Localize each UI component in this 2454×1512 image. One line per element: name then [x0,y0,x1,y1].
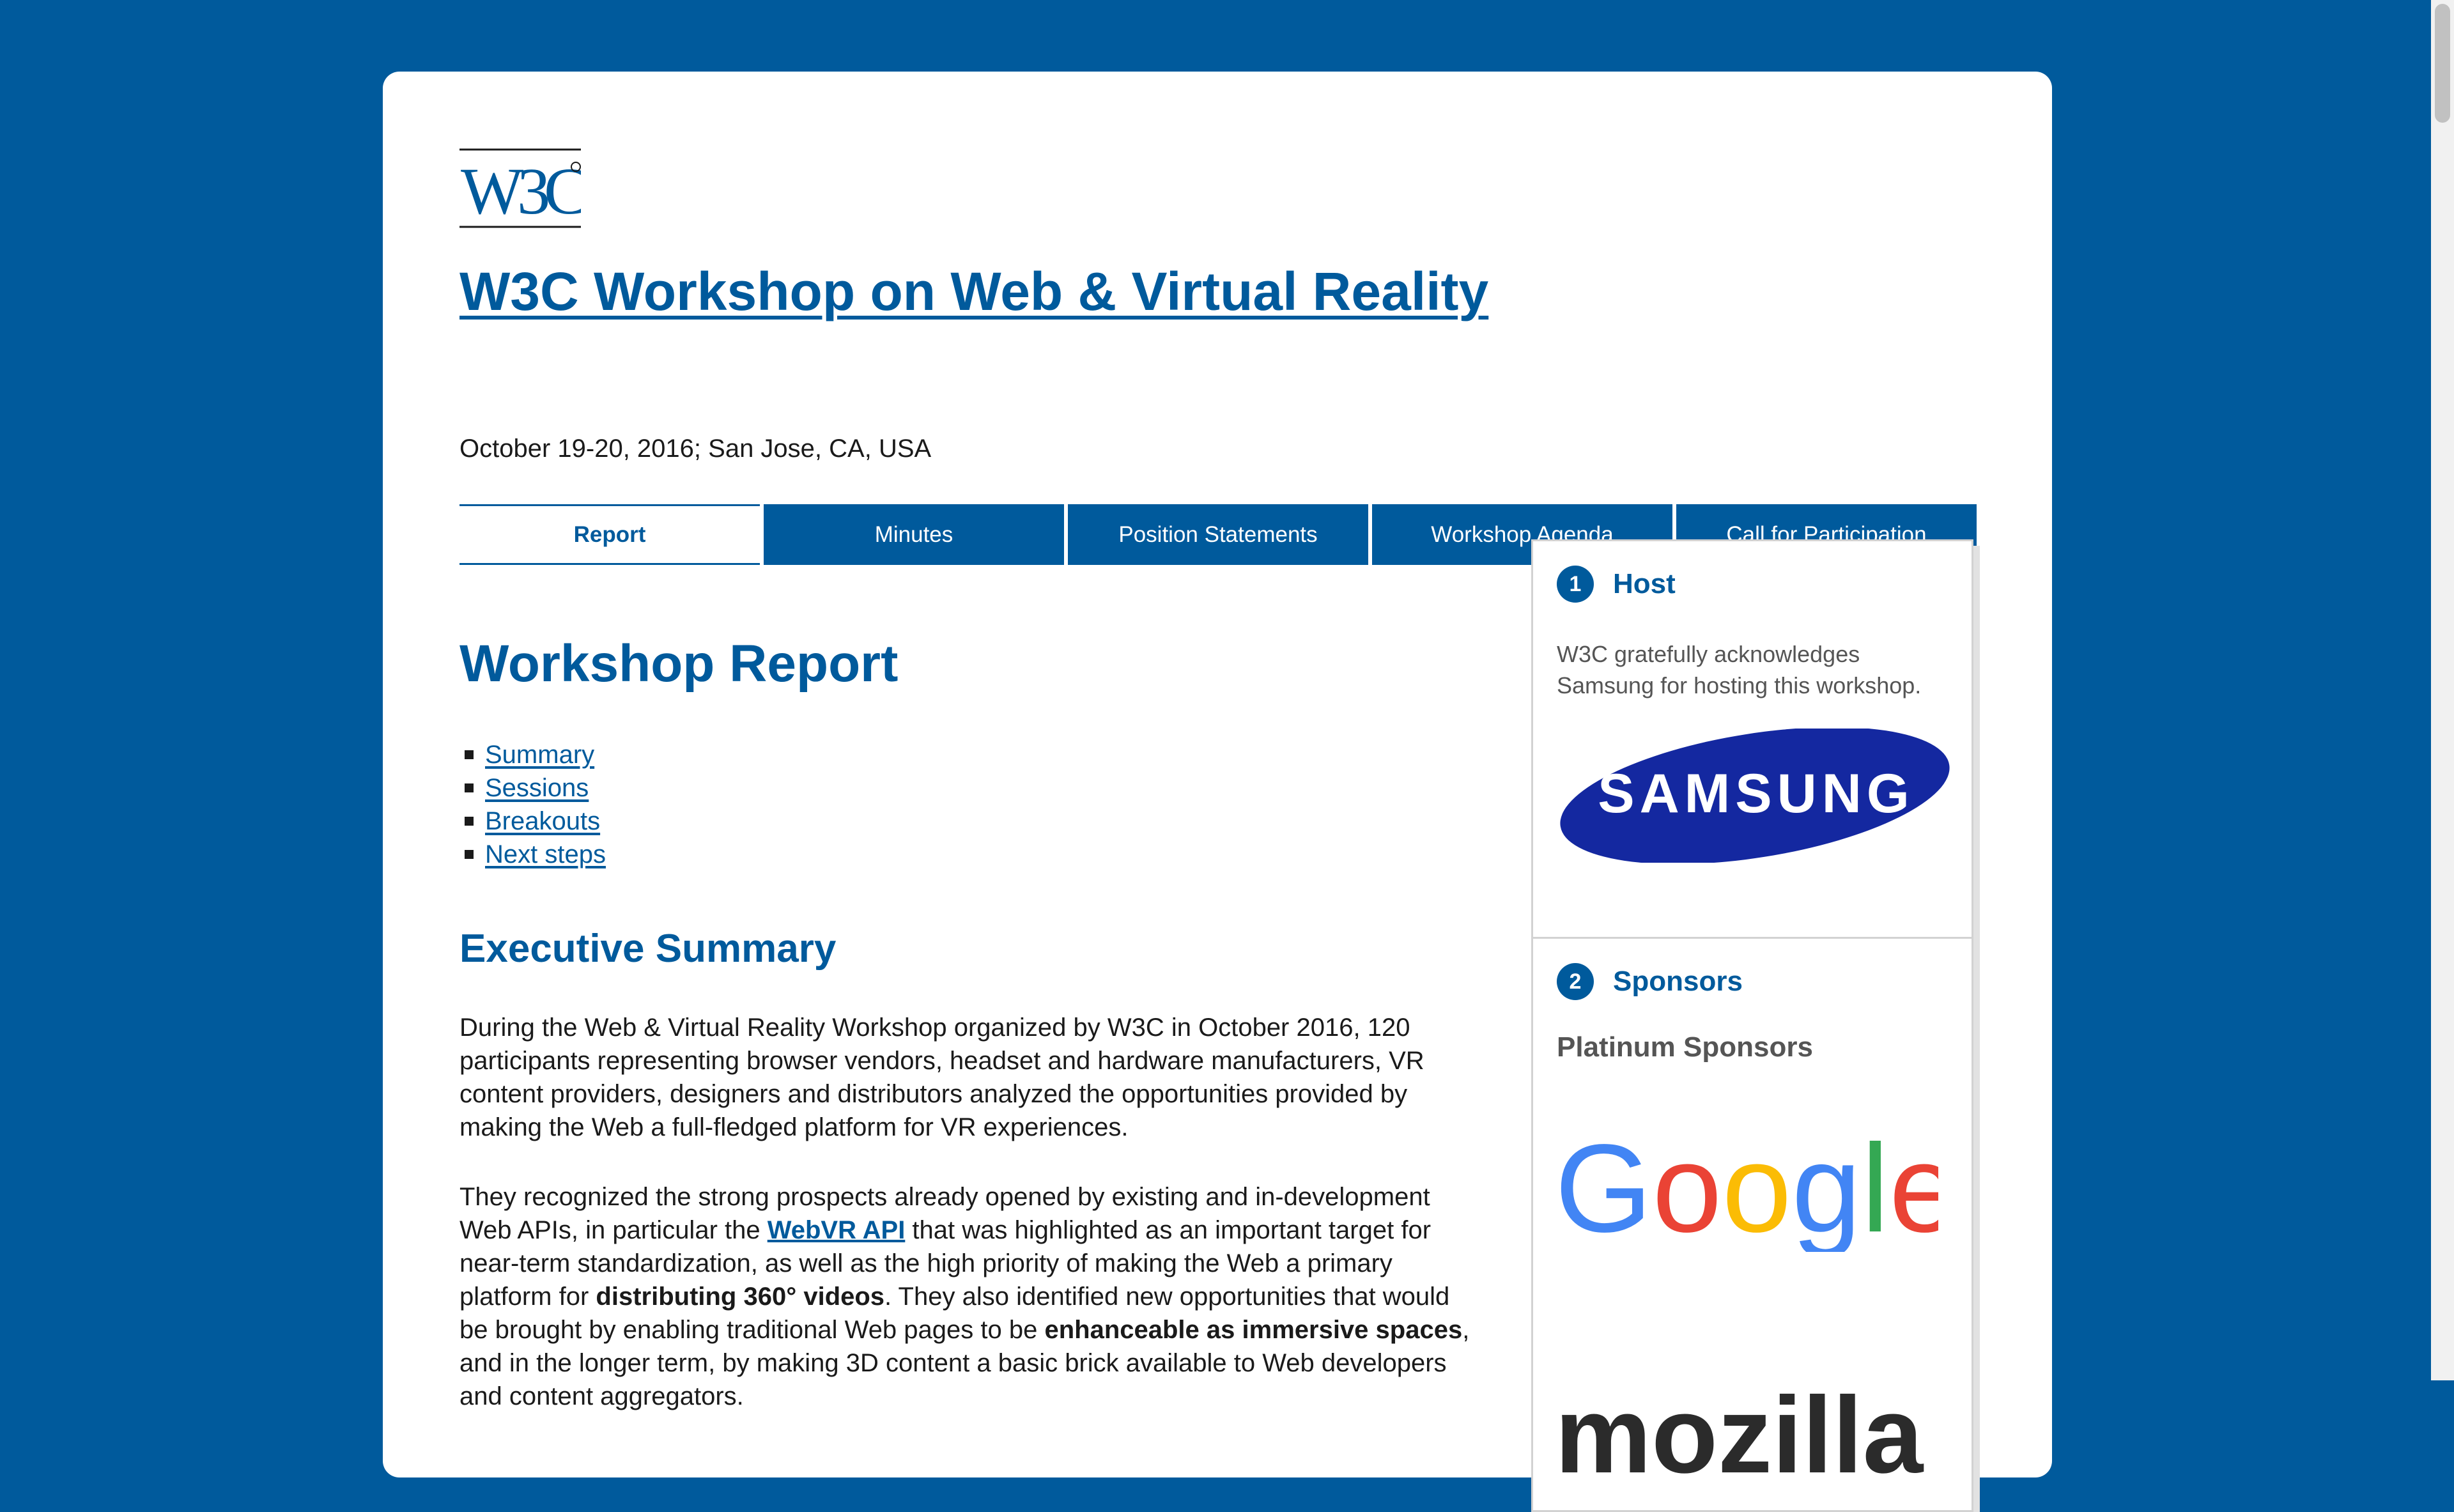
google-logo-text: Google [1555,1124,1938,1252]
mozilla-logo-text: mozilla [1555,1377,1924,1479]
toc-link-summary[interactable]: Summary [485,738,594,771]
host-number-badge: 1 [1557,566,1594,603]
mozilla-logo[interactable]: mozilla [1555,1377,1951,1479]
w3c-logo-text: W3C [461,155,581,228]
host-card-title: Host [1613,568,1676,599]
toc-link-breakouts[interactable]: Breakouts [485,805,600,838]
toc-item: Sessions [459,771,606,805]
google-letter: o [1652,1124,1722,1252]
tab-minutes[interactable]: Minutes [764,504,1064,565]
para2-bold: enhanceable as immersive spaces [1044,1316,1463,1344]
host-acknowledgement: W3C gratefully acknowledges Samsung for … [1557,641,1922,698]
page-card: W3C W3C Workshop on Web & Virtual Realit… [383,72,2052,1512]
toc-item: Breakouts [459,805,606,838]
bullet-square-icon [465,850,474,859]
sponsors-card: 2 Sponsors Platinum Sponsors Google mozi… [1531,937,1973,1512]
page-title: W3C Workshop on Web & Virtual Reality [459,262,1488,321]
report-heading: Workshop Report [459,635,899,693]
samsung-logo[interactable]: SAMSUNG [1557,729,1953,863]
google-logo[interactable]: Google [1555,1124,1938,1252]
summary-paragraph-1: During the Web & Virtual Reality Worksho… [459,1014,1424,1141]
para2-bold: distributing 360° videos [596,1283,885,1311]
toc-item: Summary [459,738,606,771]
google-letter: l [1862,1124,1890,1252]
toc-item: Next steps [459,838,606,871]
scrollbar-thumb[interactable] [2435,4,2450,123]
google-letter: e [1889,1124,1938,1252]
toc-link-next-steps[interactable]: Next steps [485,838,606,871]
page-title-link[interactable]: W3C Workshop on Web & Virtual Reality [459,261,1488,321]
sponsors-card-title: Sponsors [1613,966,1743,997]
bullet-square-icon [465,783,474,792]
google-letter: G [1555,1124,1652,1252]
host-card-header: 1 Host [1557,566,1676,603]
w3c-logo[interactable]: W3C [459,148,581,229]
tab-report[interactable]: Report [459,504,760,565]
toc-link-sessions[interactable]: Sessions [485,771,589,805]
google-letter: o [1722,1124,1791,1252]
sponsors-card-header: 2 Sponsors [1557,963,1743,1000]
tab-position-statements[interactable]: Position Statements [1068,504,1368,565]
webvr-api-link[interactable]: WebVR API [768,1216,906,1244]
event-date-location: October 19-20, 2016; San Jose, CA, USA [459,435,932,463]
platinum-sponsors-label: Platinum Sponsors [1557,1031,1813,1063]
table-of-contents: Summary Sessions Breakouts Next steps [459,738,606,871]
vertical-scrollbar[interactable] [2431,0,2454,1380]
sponsors-number-badge: 2 [1557,963,1594,1000]
bullet-square-icon [465,817,474,826]
bullet-square-icon [465,750,474,759]
google-letter: g [1792,1124,1862,1252]
samsung-logo-text: SAMSUNG [1598,763,1915,824]
summary-paragraph-2: They recognized the strong prospects alr… [459,1180,1482,1413]
executive-summary-heading: Executive Summary [459,927,837,971]
host-card: 1 Host W3C gratefully acknowledges Samsu… [1531,539,1973,962]
